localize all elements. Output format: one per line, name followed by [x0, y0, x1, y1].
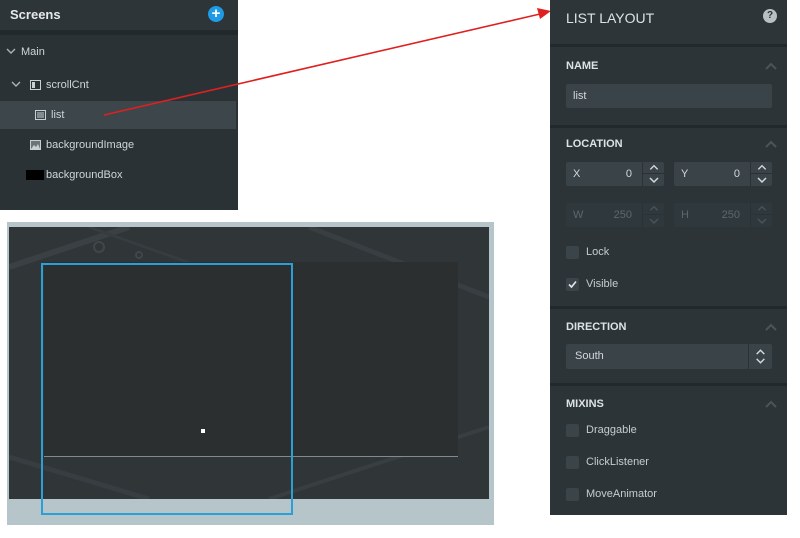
w-field: W 250: [566, 203, 665, 227]
y-stepper[interactable]: [750, 162, 773, 186]
checkbox-box[interactable]: [566, 246, 579, 259]
location-section: LOCATION X 0 Y 0 W 250 H 250 Lock Visibl…: [550, 128, 787, 306]
checkbox-box[interactable]: [566, 424, 579, 437]
decrement-icon: [757, 218, 767, 225]
tree-item-label: backgroundImage: [46, 139, 135, 151]
section-title: NAME: [566, 60, 599, 72]
x-label: X: [573, 168, 581, 180]
tree-item-backgroundimage[interactable]: backgroundImage: [0, 131, 236, 159]
y-field[interactable]: Y 0: [674, 162, 773, 186]
decrement-icon[interactable]: [751, 174, 773, 186]
mixin-label: MoveAnimator: [586, 488, 657, 500]
name-section: NAME list: [550, 47, 787, 125]
tree-item-label: list: [51, 109, 65, 121]
help-icon[interactable]: ?: [763, 9, 777, 23]
check-icon: [568, 280, 577, 289]
properties-panel: LIST LAYOUT ? NAME list LOCATION X 0 Y 0: [550, 0, 787, 515]
direction-value: South: [575, 350, 604, 362]
x-value: 0: [625, 168, 632, 180]
tree-item-label: Main: [21, 46, 45, 58]
increment-icon[interactable]: [643, 162, 665, 174]
w-stepper: [642, 203, 665, 227]
list-selection-outline[interactable]: [41, 263, 293, 515]
checkbox-box[interactable]: [566, 278, 579, 291]
mixin-label: ClickListener: [586, 456, 649, 468]
container-icon: [30, 80, 41, 90]
checkbox-box[interactable]: [566, 488, 579, 501]
h-label: H: [681, 209, 689, 221]
h-value: 250: [721, 209, 740, 221]
screens-header: Screens +: [0, 0, 238, 30]
name-value: list: [573, 90, 587, 102]
visible-label: Visible: [586, 278, 619, 290]
screens-title: Screens: [10, 7, 61, 22]
tree-item-backgroundbox[interactable]: backgroundBox: [0, 161, 236, 189]
tree-item-list[interactable]: list: [0, 101, 236, 129]
properties-title: LIST LAYOUT: [566, 10, 655, 26]
mixin-label: Draggable: [586, 424, 637, 436]
h-stepper: [750, 203, 773, 227]
tree-item-label: backgroundBox: [46, 169, 123, 181]
image-icon: [30, 140, 41, 150]
chevron-down-icon[interactable]: [6, 46, 16, 56]
y-label: Y: [681, 168, 689, 180]
x-stepper[interactable]: [642, 162, 665, 186]
divider: [0, 30, 238, 35]
w-label: W: [573, 209, 584, 221]
x-field[interactable]: X 0: [566, 162, 665, 186]
tree-item-scrollcnt[interactable]: scrollCnt: [0, 71, 236, 99]
chevron-down-icon[interactable]: [11, 79, 21, 89]
screens-panel: Screens + Main scrollCnt list background…: [0, 0, 238, 210]
add-screen-icon[interactable]: +: [208, 6, 224, 22]
chevron-up-icon[interactable]: [765, 62, 777, 70]
box-swatch-icon: [26, 170, 44, 180]
tree-item-label: scrollCnt: [46, 79, 89, 91]
list-icon: [35, 110, 46, 120]
tree-item-main[interactable]: Main: [0, 38, 236, 66]
increment-icon: [751, 205, 773, 215]
direction-select[interactable]: South: [566, 344, 772, 369]
select-arrows-icon[interactable]: [748, 344, 772, 369]
chevron-up-icon[interactable]: [765, 323, 777, 331]
decrement-icon: [649, 218, 659, 225]
lock-label: Lock: [586, 246, 610, 258]
name-input[interactable]: list: [566, 84, 772, 108]
list-center-handle[interactable]: [201, 429, 205, 433]
section-title: DIRECTION: [566, 321, 627, 333]
section-title: MIXINS: [566, 398, 604, 410]
mixins-section: MIXINS Draggable ClickListener MoveAnima…: [550, 386, 787, 515]
chevron-up-icon[interactable]: [765, 400, 777, 408]
w-value: 250: [613, 209, 632, 221]
section-title: LOCATION: [566, 138, 623, 150]
checkbox-box[interactable]: [566, 456, 579, 469]
y-value: 0: [733, 168, 740, 180]
properties-header: LIST LAYOUT ?: [550, 0, 787, 47]
decrement-icon[interactable]: [643, 174, 665, 186]
h-field: H 250: [674, 203, 773, 227]
increment-icon: [643, 205, 665, 215]
increment-icon[interactable]: [751, 162, 773, 174]
direction-section: DIRECTION South: [550, 309, 787, 383]
chevron-up-icon[interactable]: [765, 140, 777, 148]
design-canvas[interactable]: [7, 222, 494, 525]
